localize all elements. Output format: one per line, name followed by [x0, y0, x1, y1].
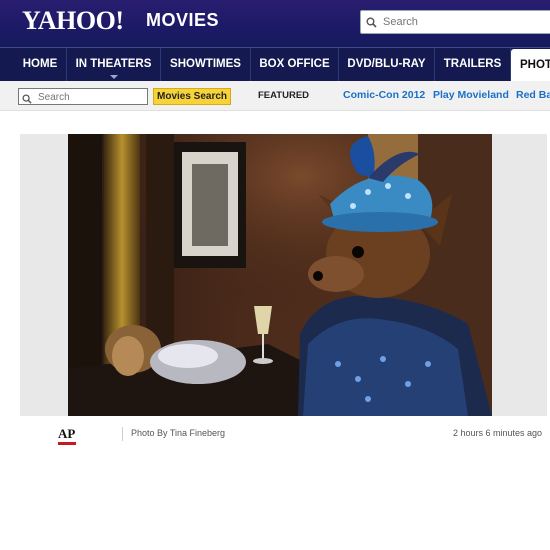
link-comic-con[interactable]: Comic-Con 2012 — [343, 89, 425, 101]
dropdown-caret-icon — [109, 75, 118, 79]
tab-label: TRAILERS — [443, 58, 502, 70]
movies-search-input[interactable] — [36, 89, 145, 105]
search-icon — [366, 15, 377, 33]
featured-photo[interactable] — [68, 134, 492, 416]
tab-label: BOX OFFICE — [259, 58, 330, 70]
ap-logo-underline — [58, 442, 76, 445]
tab-label: SHOWTIMES — [170, 58, 241, 70]
caption-divider — [122, 427, 123, 441]
tab-in-theaters[interactable]: IN THEATERS — [67, 48, 161, 81]
photo-viewer — [20, 134, 547, 416]
section-title[interactable]: MOVIES — [146, 10, 219, 31]
tab-label: DVD/BLU-RAY — [347, 58, 426, 70]
tab-showtimes[interactable]: SHOWTIMES — [161, 48, 251, 81]
yahoo-logo[interactable]: YAHOO! — [22, 6, 124, 36]
tab-home[interactable]: HOME — [14, 48, 67, 81]
tab-dvd-bluray[interactable]: DVD/BLU-RAY — [339, 48, 435, 81]
tab-photos[interactable]: PHOT — [511, 49, 550, 82]
movies-search-button[interactable]: Movies Search — [153, 88, 232, 105]
tab-label: HOME — [22, 58, 58, 70]
main-nav: HOME IN THEATERS SHOWTIMES BOX OFFICE DV… — [0, 47, 550, 82]
movies-search-box[interactable] — [18, 88, 148, 105]
tab-box-office[interactable]: BOX OFFICE — [251, 48, 339, 81]
sub-nav: Movies Search FEATURED Comic-Con 2012 Pl… — [0, 81, 550, 111]
search-icon — [22, 91, 32, 109]
ap-logo: AP — [58, 426, 76, 441]
header-search-input[interactable] — [381, 13, 550, 31]
link-red-band[interactable]: Red Ba — [516, 89, 550, 101]
tab-label: IN THEATERS — [75, 58, 152, 70]
photo-timestamp: 2 hours 6 minutes ago — [452, 428, 542, 438]
link-play-movieland[interactable]: Play Movieland — [433, 89, 509, 101]
featured-label: FEATURED — [258, 90, 310, 101]
tab-label: PHOT — [520, 59, 550, 71]
header-search-box[interactable] — [360, 10, 550, 34]
photo-caption-bar: AP Photo By Tina Fineberg 2 hours 6 minu… — [20, 416, 547, 450]
tab-trailers[interactable]: TRAILERS — [435, 48, 511, 81]
photo-dogs-in-costume-image — [68, 134, 492, 416]
photo-credit: Photo By Tina Fineberg — [131, 428, 226, 438]
site-header: YAHOO! MOVIES — [0, 0, 550, 47]
